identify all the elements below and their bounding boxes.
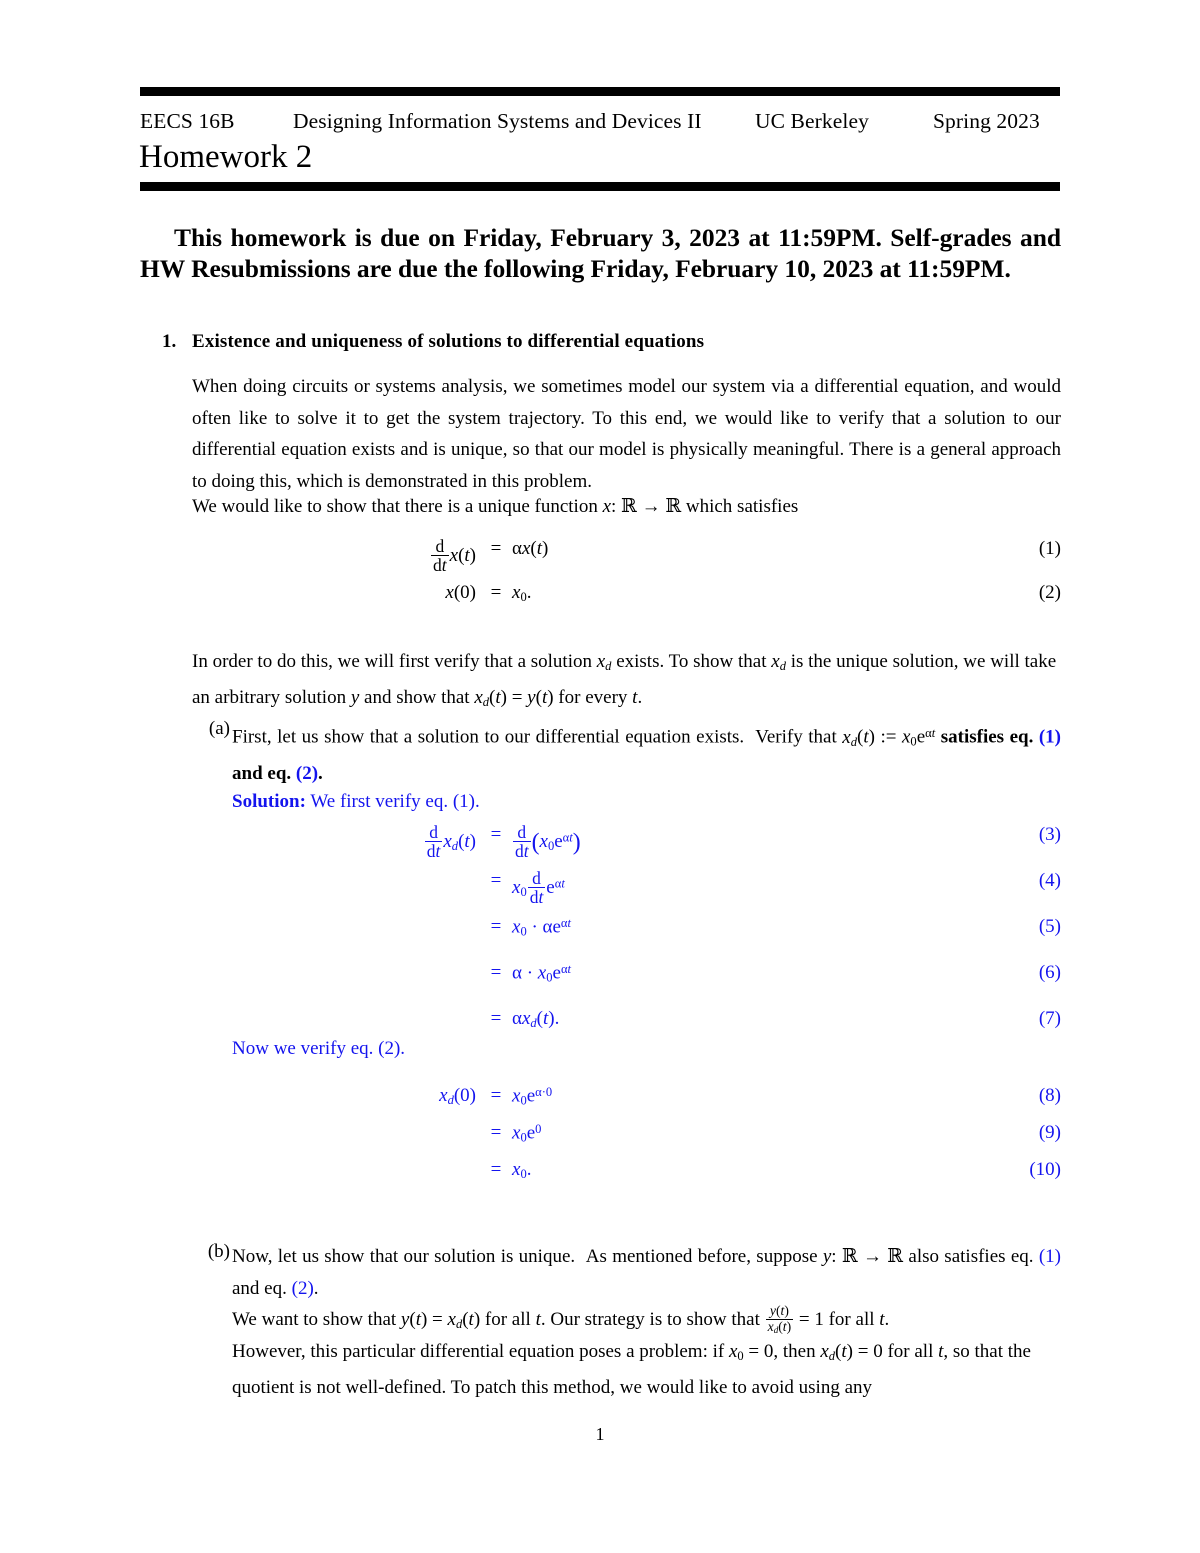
- equation-7-number: (7): [1038, 1008, 1061, 1029]
- equation-1-rhs: αx(t): [512, 538, 549, 559]
- header-rule-bottom: [140, 182, 1060, 191]
- problem-plan-paragraph: In order to do this, we will first verif…: [192, 651, 1057, 709]
- equation-6-relation: =: [490, 962, 502, 983]
- equation-10-relation: =: [490, 1159, 502, 1180]
- equation-row-1: d dt x(t) = αx(t) (1): [140, 536, 1061, 582]
- term-label: Spring 2023: [933, 109, 1040, 133]
- equation-4-relation: =: [490, 870, 502, 891]
- document-page: EECS 16B Designing Information Systems a…: [0, 0, 1200, 1553]
- equation-8-rhs: x0eα·0: [512, 1085, 553, 1108]
- equation-5-relation: =: [490, 916, 502, 937]
- equation-row-3: d dt xd(t) = d dt (x0eαt) (3): [140, 822, 1061, 870]
- equation-5-rhs: x0 · αeαt: [512, 916, 571, 939]
- equation-row-5: = x0 · αeαt (5): [140, 916, 1061, 962]
- problem-number: 1.: [162, 331, 177, 352]
- equation-4-number: (4): [1038, 870, 1061, 891]
- part-a-solution-line: Solution: We first verify eq. (1).: [232, 786, 480, 818]
- part-b-line3: We want to show that y(t) = xd(t) for al…: [232, 1303, 890, 1335]
- equation-10-number: (10): [1029, 1159, 1061, 1180]
- equation-4-rhs: x0 d dt eαt: [512, 868, 565, 908]
- assignment-title: Homework 2: [139, 139, 313, 175]
- equation-3-rhs: d dt (x0eαt): [513, 822, 581, 862]
- equation-block-solution-a1: d dt xd(t) = d dt (x0eαt) (3) = x0 d dt eαt (4)…: [140, 822, 1061, 1054]
- equation-2-number: (2): [1038, 582, 1061, 603]
- part-b-statement: Now, let us show that our solution is un…: [232, 1246, 1061, 1299]
- equation-8-number: (8): [1038, 1085, 1061, 1106]
- equation-10-rhs: x0.: [512, 1159, 532, 1181]
- equation-row-9: = x0e0 (9): [140, 1122, 1061, 1159]
- equation-3-relation: =: [490, 824, 502, 845]
- equation-1-relation: =: [490, 538, 502, 559]
- equation-row-2: x(0) = x0. (2): [140, 582, 1061, 626]
- solution-intro: We first verify eq. (1).: [310, 791, 480, 812]
- equation-row-4: = x0 d dt eαt (4): [140, 868, 1061, 916]
- equation-row-8: xd(0) = x0eα·0 (8): [140, 1085, 1061, 1122]
- course-code: EECS 16B: [140, 109, 235, 133]
- equation-2-rhs: x0.: [512, 582, 532, 604]
- equation-5-number: (5): [1038, 916, 1061, 937]
- school-name: UC Berkeley: [755, 109, 869, 133]
- equation-6-number: (6): [1038, 962, 1061, 983]
- header-rule-top: [140, 87, 1060, 96]
- part-a-statement: First, let us show that a solution to ou…: [232, 726, 1062, 784]
- equation-8-lhs: xd(0): [439, 1085, 476, 1107]
- equation-8-relation: =: [490, 1085, 502, 1106]
- equation-9-relation: =: [490, 1122, 502, 1143]
- equation-2-relation: =: [490, 582, 502, 603]
- equation-1-lhs: d dt x(t): [431, 536, 476, 576]
- part-a-label: (a): [208, 718, 230, 739]
- equation-9-number: (9): [1038, 1122, 1061, 1143]
- course-title: Designing Information Systems and Device…: [293, 109, 702, 133]
- problem-intro-paragraph: When doing circuits or systems analysis,…: [192, 376, 1061, 492]
- equation-block-solution-a2: xd(0) = x0eα·0 (8) = x0e0 (9) = x0. (10): [140, 1085, 1061, 1196]
- verify-eq2-line: Now we verify eq. (2).: [232, 1038, 406, 1059]
- problem-setup-paragraph: We would like to show that there is a un…: [192, 496, 799, 517]
- equation-3-number: (3): [1038, 824, 1061, 845]
- solution-heading: Solution:: [232, 791, 306, 812]
- equation-row-6: = α · x0eαt (6): [140, 962, 1061, 1008]
- part-b-line4: However, this particular differential eq…: [232, 1341, 1031, 1399]
- due-notice: This homework is due on Friday, February…: [140, 223, 1061, 283]
- equation-row-10: = x0. (10): [140, 1159, 1061, 1196]
- equation-7-relation: =: [490, 1008, 502, 1029]
- problem-title: Existence and uniqueness of solutions to…: [192, 331, 705, 352]
- equation-2-lhs: x(0): [445, 582, 476, 603]
- part-b-label: (b): [207, 1241, 230, 1262]
- equation-7-rhs: αxd(t).: [512, 1008, 560, 1030]
- equation-3-lhs: d dt xd(t): [424, 822, 476, 862]
- equation-6-rhs: α · x0eαt: [512, 962, 571, 985]
- header-line: EECS 16B Designing Information Systems a…: [140, 109, 1060, 137]
- equation-block-main: d dt x(t) = αx(t) (1) x(0) = x0. (2): [140, 536, 1061, 626]
- equation-9-rhs: x0e0: [512, 1122, 542, 1145]
- equation-1-number: (1): [1038, 538, 1061, 559]
- page-number: 1: [595, 1424, 605, 1444]
